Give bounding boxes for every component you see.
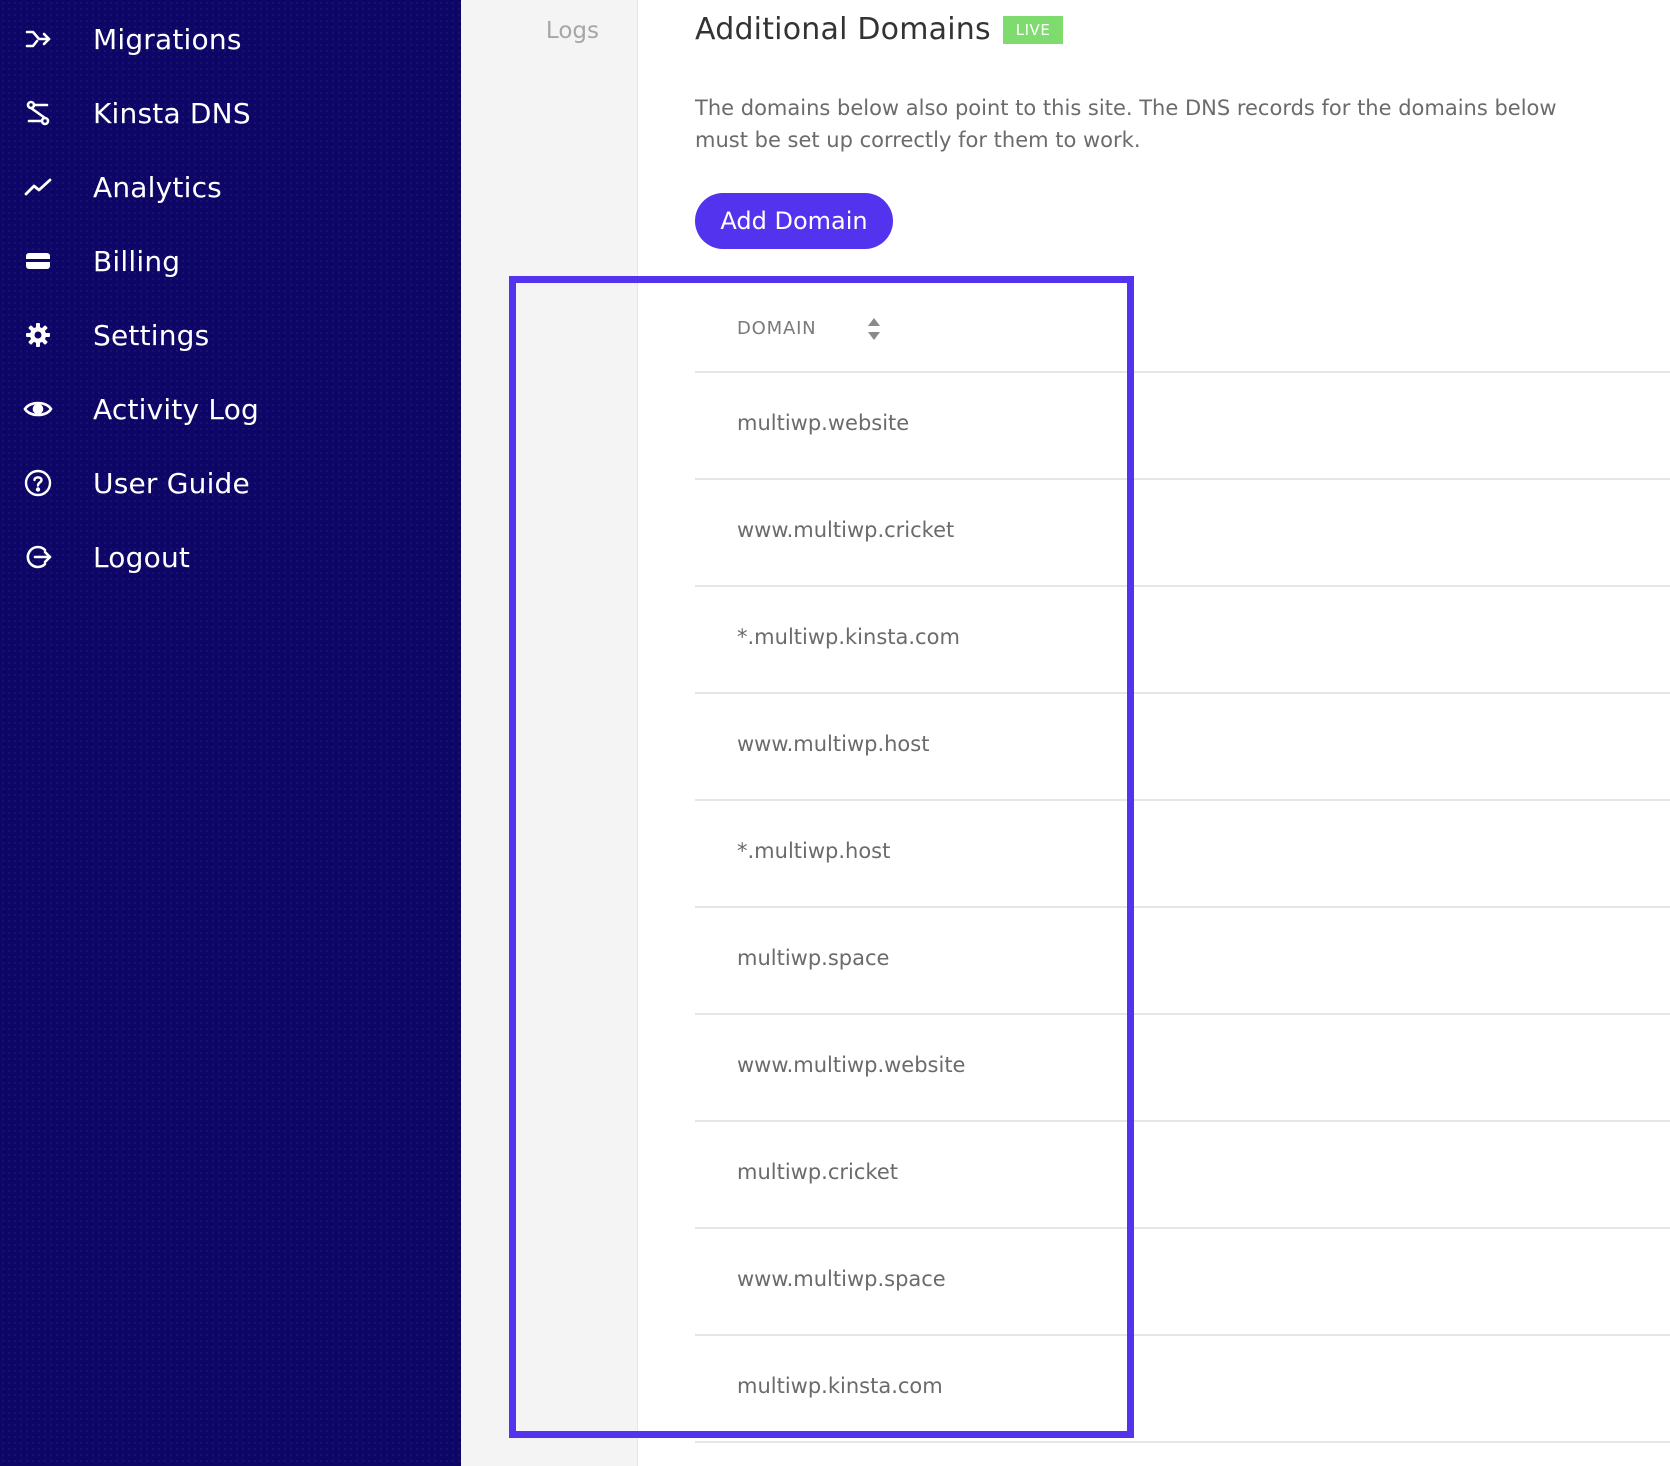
sidebar-item-kinsta-dns[interactable]: Kinsta DNS — [0, 76, 461, 150]
table-header[interactable]: DOMAIN — [695, 280, 1670, 373]
sort-icon[interactable] — [866, 316, 882, 342]
sidebar-item-settings[interactable]: Settings — [0, 298, 461, 372]
title-row: Additional Domains LIVE — [695, 12, 1064, 47]
domain-cell: www.multiwp.cricket — [737, 518, 955, 542]
sidebar-item-label: Logout — [93, 540, 191, 574]
main-content: Additional Domains LIVE The domains belo… — [638, 0, 1670, 1466]
domain-cell: multiwp.space — [737, 946, 890, 970]
domain-cell: *.multiwp.host — [737, 839, 891, 863]
domains-table: DOMAIN multiwp.website www.multiwp.crick… — [695, 280, 1670, 1443]
domain-cell: *.multiwp.kinsta.com — [737, 625, 960, 649]
table-row: www.multiwp.cricket — [695, 480, 1670, 587]
table-row: multiwp.cricket — [695, 1122, 1670, 1229]
sidebar-item-label: Migrations — [93, 22, 242, 56]
dns-icon — [22, 97, 54, 129]
status-badge: LIVE — [1002, 15, 1064, 44]
sidebar-item-migrations[interactable]: Migrations — [0, 2, 461, 76]
sidebar-item-logout[interactable]: Logout — [0, 520, 461, 594]
analytics-icon — [22, 171, 54, 203]
table-row: multiwp.website — [695, 373, 1670, 480]
sidebar-item-label: Analytics — [93, 170, 222, 204]
sidebar-item-label: Activity Log — [93, 392, 260, 426]
column-header-domain[interactable]: DOMAIN — [737, 318, 816, 339]
domain-cell: www.multiwp.space — [737, 1267, 946, 1291]
sidebar-item-user-guide[interactable]: User Guide — [0, 446, 461, 520]
table-row: *.multiwp.host — [695, 801, 1670, 908]
domain-cell: www.multiwp.host — [737, 732, 930, 756]
domain-cell: www.multiwp.website — [737, 1053, 966, 1077]
help-icon — [22, 467, 54, 499]
sidebar-item-label: Settings — [93, 318, 210, 352]
domain-cell: multiwp.cricket — [737, 1160, 898, 1184]
sidebar-item-activity-log[interactable]: Activity Log — [0, 372, 461, 446]
migrations-icon — [22, 23, 54, 55]
domain-cell: multiwp.kinsta.com — [737, 1374, 943, 1398]
table-row: *.multiwp.kinsta.com — [695, 587, 1670, 694]
add-domain-button[interactable]: Add Domain — [695, 193, 893, 249]
billing-icon — [22, 245, 54, 277]
sidebar-item-label: User Guide — [93, 466, 250, 500]
sub-navigation: Logs — [461, 0, 638, 1466]
table-row: www.multiwp.host — [695, 694, 1670, 801]
subnav-item-logs[interactable]: Logs — [546, 18, 599, 44]
table-row: multiwp.kinsta.com — [695, 1336, 1670, 1443]
table-row: www.multiwp.space — [695, 1229, 1670, 1336]
gear-icon — [22, 319, 54, 351]
sidebar-item-label: Kinsta DNS — [93, 96, 251, 130]
table-row: multiwp.space — [695, 908, 1670, 1015]
app: Migrations Kinsta DNS Analytics Billing … — [0, 0, 1670, 1466]
sidebar-item-billing[interactable]: Billing — [0, 224, 461, 298]
sidebar-item-label: Billing — [93, 244, 181, 278]
domain-cell: multiwp.website — [737, 411, 910, 435]
sidebar: Migrations Kinsta DNS Analytics Billing … — [0, 0, 461, 1466]
logout-icon — [22, 541, 54, 573]
page-title: Additional Domains — [695, 12, 991, 47]
sidebar-item-analytics[interactable]: Analytics — [0, 150, 461, 224]
description-text: The domains below also point to this sit… — [695, 96, 1557, 152]
eye-icon — [22, 393, 54, 425]
table-row: www.multiwp.website — [695, 1015, 1670, 1122]
